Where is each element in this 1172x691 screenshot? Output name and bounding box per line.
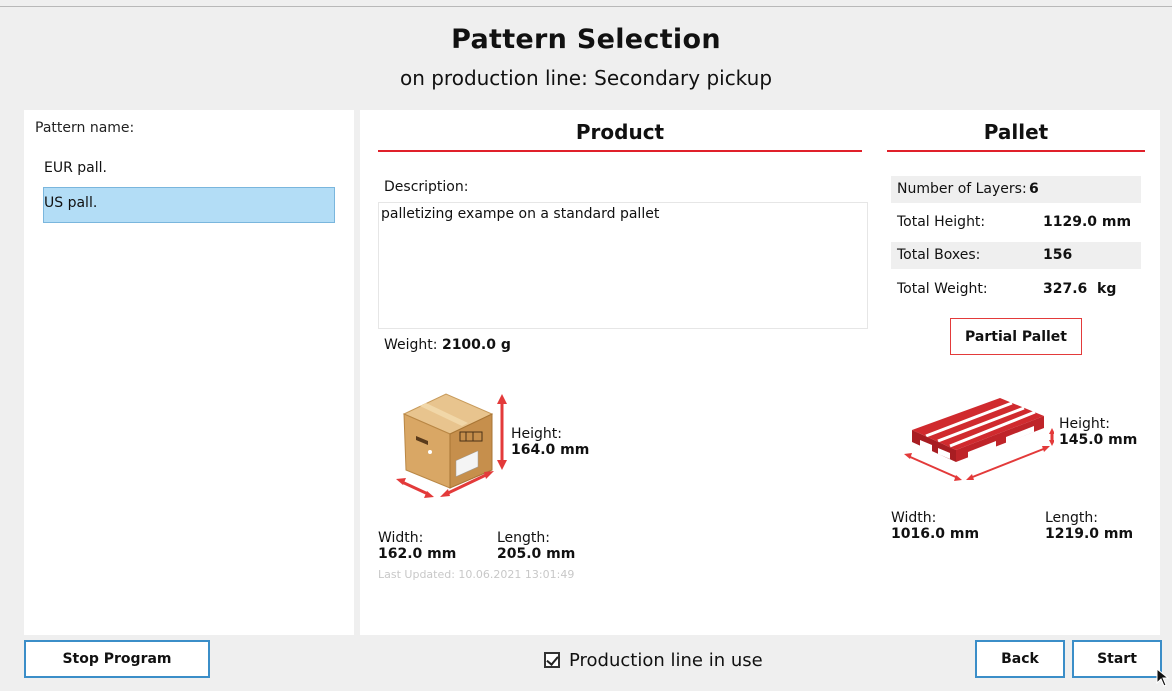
start-button[interactable]: Start <box>1072 640 1162 678</box>
last-updated: Last Updated: 10.06.2021 13:01:49 <box>378 568 575 581</box>
product-width: Width: 162.0 mm <box>378 530 456 562</box>
details-panel: Product Description: palletizing exampe … <box>360 110 1160 635</box>
pattern-list-panel: Pattern name: EUR pall. US pall. <box>24 110 354 635</box>
pattern-item-us[interactable]: US pall. <box>43 187 335 223</box>
top-divider <box>0 6 1172 7</box>
product-title: Product <box>575 120 665 144</box>
partial-pallet-button[interactable]: Partial Pallet <box>950 318 1082 355</box>
stat-total-boxes: Total Boxes: 156 <box>891 242 1141 269</box>
mouse-cursor-icon <box>1156 668 1170 687</box>
description-label: Description: <box>384 179 469 195</box>
stat-total-height-value: 1129.0 mm <box>1043 214 1132 230</box>
product-height-value: 164.0 mm <box>511 442 590 458</box>
weight-label: Weight: <box>384 337 438 353</box>
pallet-icon <box>904 398 1054 481</box>
product-height: Height: 164.0 mm <box>511 426 589 458</box>
stat-total-weight: Total Weight: 327.6 kg <box>891 276 1141 303</box>
product-length-value: 205.0 mm <box>497 546 576 562</box>
pallet-width-value: 1016.0 mm <box>891 526 980 542</box>
pallet-width-label: Width: <box>891 510 937 526</box>
pallet-length-label: Length: <box>1045 510 1099 526</box>
stat-total-height: Total Height: 1129.0 mm <box>891 209 1141 236</box>
page-title: Pattern Selection <box>451 24 721 55</box>
pallet-width: Width: 1016.0 mm <box>891 510 979 542</box>
production-line-checkbox[interactable] <box>544 652 560 668</box>
product-width-label: Width: <box>378 530 424 546</box>
stat-total-weight-value: 327.6 kg <box>1043 281 1117 297</box>
stat-layers-label: Number of Layers: <box>897 181 1027 197</box>
stat-layers-value: 6 <box>1029 181 1039 197</box>
stat-layers: Number of Layers: 6 <box>891 176 1141 203</box>
pattern-name-label: Pattern name: <box>35 120 135 136</box>
description-field[interactable]: palletizing exampe on a standard pallet <box>378 202 868 329</box>
product-length: Length: 205.0 mm <box>497 530 575 562</box>
pattern-item-eur[interactable]: EUR pall. <box>43 153 335 189</box>
stat-total-boxes-value: 156 <box>1043 247 1073 263</box>
product-width-value: 162.0 mm <box>378 546 457 562</box>
pallet-length-value: 1219.0 mm <box>1045 526 1134 542</box>
pallet-underline <box>887 150 1145 152</box>
pallet-height-label: Height: <box>1059 416 1110 432</box>
stat-total-boxes-label: Total Boxes: <box>897 247 981 263</box>
pallet-height: Height: 145.0 mm <box>1059 416 1137 448</box>
pallet-length: Length: 1219.0 mm <box>1045 510 1133 542</box>
weight-value: 2100.0 g <box>441 337 511 353</box>
page-subtitle: on production line: Secondary pickup <box>399 66 773 90</box>
production-line-label: Production line in use <box>569 649 763 671</box>
product-height-label: Height: <box>511 426 562 442</box>
back-button[interactable]: Back <box>975 640 1065 678</box>
weight-readout: Weight: 2100.0 g <box>384 337 511 353</box>
stop-program-button[interactable]: Stop Program <box>24 640 210 678</box>
pallet-title: Pallet <box>983 120 1049 144</box>
pallet-height-value: 145.0 mm <box>1059 432 1138 448</box>
stat-total-weight-label: Total Weight: <box>897 281 988 297</box>
production-line-toggle[interactable]: Production line in use <box>544 646 763 674</box>
box-icon <box>396 393 507 498</box>
product-underline <box>378 150 862 152</box>
product-length-label: Length: <box>497 530 551 546</box>
stat-total-height-label: Total Height: <box>897 214 986 230</box>
